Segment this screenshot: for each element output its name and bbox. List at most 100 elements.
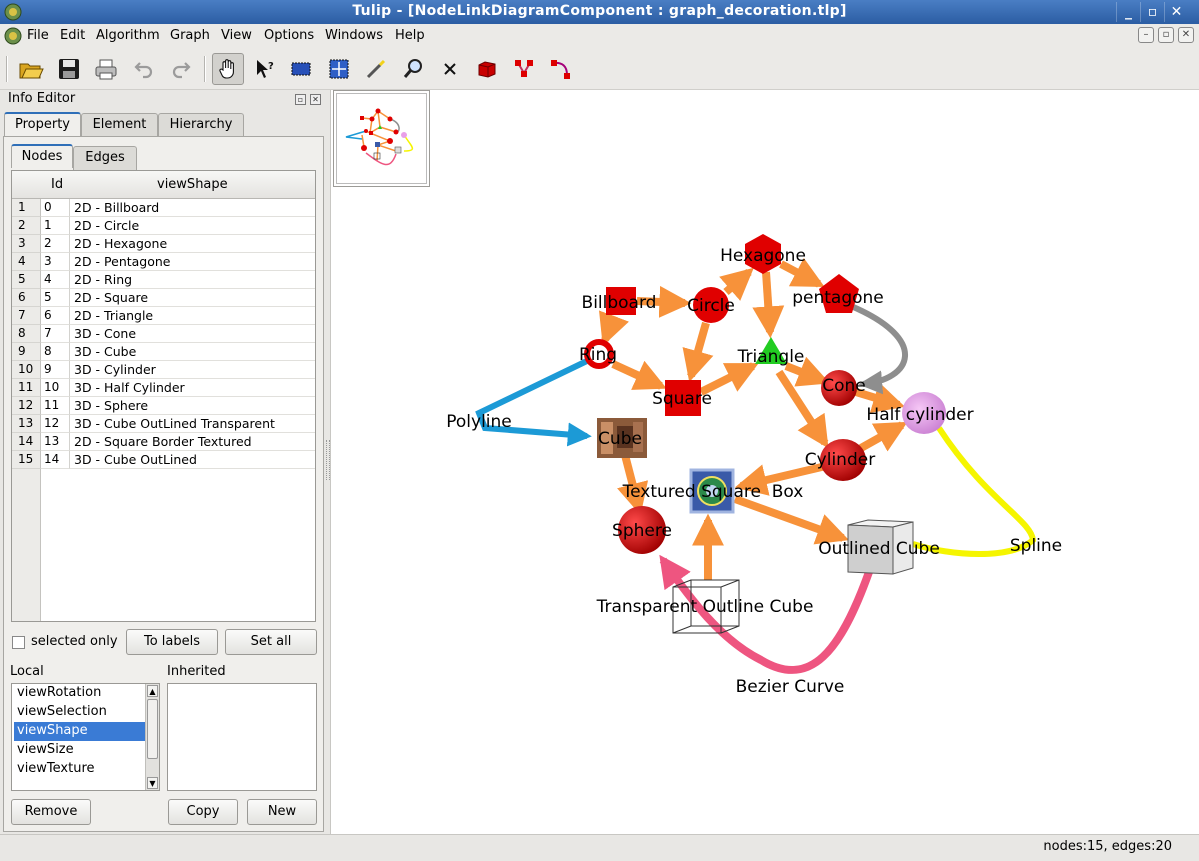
cell-viewshape[interactable]: 3D - Cylinder: [70, 361, 315, 379]
cell-id[interactable]: 2: [41, 235, 70, 253]
cell-viewshape[interactable]: 2D - Ring: [70, 271, 315, 289]
graph-canvas[interactable]: Billboard Circle Hexagone pentagone Ring…: [330, 90, 1199, 834]
table-row[interactable]: 7 6 2D - Triangle: [12, 307, 315, 325]
edge-texturedsquare-outlinedcube[interactable]: [733, 495, 850, 545]
list-item-selected[interactable]: viewShape: [14, 722, 145, 741]
local-list-scrollbar[interactable]: ▲ ▼: [145, 684, 159, 790]
zoom-button[interactable]: [397, 53, 429, 85]
row-number[interactable]: 6: [12, 289, 41, 307]
add-node-button[interactable]: [471, 53, 503, 85]
print-button[interactable]: [90, 53, 122, 85]
table-row[interactable]: 5 4 2D - Ring: [12, 271, 315, 289]
menu-view[interactable]: View: [221, 28, 252, 43]
get-info-button[interactable]: ?: [249, 53, 281, 85]
edit-edge-bends-button[interactable]: [545, 53, 577, 85]
close-button[interactable]: ✕: [1164, 2, 1188, 22]
row-number[interactable]: 10: [12, 361, 41, 379]
minimize-button[interactable]: _: [1116, 2, 1140, 22]
set-all-button[interactable]: Set all: [225, 629, 317, 655]
row-number[interactable]: 4: [12, 253, 41, 271]
delete-button[interactable]: [434, 53, 466, 85]
table-row[interactable]: 4 3 2D - Pentagone: [12, 253, 315, 271]
mdi-restore-icon[interactable]: ▫: [1158, 27, 1174, 43]
menu-graph[interactable]: Graph: [170, 28, 210, 43]
row-number[interactable]: 7: [12, 307, 41, 325]
scroll-thumb[interactable]: [147, 699, 158, 759]
magic-wand-button[interactable]: [360, 53, 392, 85]
copy-button[interactable]: Copy: [168, 799, 238, 825]
tab-edges[interactable]: Edges: [73, 146, 137, 170]
tab-nodes[interactable]: Nodes: [11, 144, 73, 168]
table-row[interactable]: 3 2 2D - Hexagone: [12, 235, 315, 253]
cell-viewshape[interactable]: 3D - Cone: [70, 325, 315, 343]
cell-id[interactable]: 9: [41, 361, 70, 379]
edge-hexagone-triangle[interactable]: [752, 271, 785, 339]
row-number[interactable]: 1: [12, 199, 41, 217]
edge-hexagone-pentagone[interactable]: [779, 257, 825, 288]
menu-algorithm[interactable]: Algorithm: [96, 28, 160, 43]
table-row[interactable]: 14 13 2D - Square Border Textured: [12, 433, 315, 451]
table-row[interactable]: 11 10 3D - Half Cylinder: [12, 379, 315, 397]
scroll-down-icon[interactable]: ▼: [147, 777, 158, 789]
row-number[interactable]: 3: [12, 235, 41, 253]
cell-id[interactable]: 10: [41, 379, 70, 397]
graph-overview-minimap[interactable]: [333, 90, 430, 187]
row-number[interactable]: 9: [12, 343, 41, 361]
table-row[interactable]: 15 14 3D - Cube OutLined: [12, 451, 315, 469]
tab-element[interactable]: Element: [81, 113, 158, 137]
table-row[interactable]: 8 7 3D - Cone: [12, 325, 315, 343]
edge-circle-hexagone[interactable]: [719, 267, 754, 301]
column-header-viewshape[interactable]: viewShape: [157, 177, 228, 192]
row-number[interactable]: 15: [12, 451, 41, 469]
graph-drawing[interactable]: Billboard Circle Hexagone pentagone Ring…: [331, 90, 1199, 834]
cell-id[interactable]: 5: [41, 289, 70, 307]
cell-id[interactable]: 7: [41, 325, 70, 343]
save-button[interactable]: [53, 53, 85, 85]
cell-viewshape[interactable]: 2D - Hexagone: [70, 235, 315, 253]
edge-ring-square[interactable]: [611, 360, 667, 390]
edge-billboard-ring[interactable]: [599, 310, 629, 346]
cell-viewshape[interactable]: 3D - Cube: [70, 343, 315, 361]
new-button[interactable]: New: [247, 799, 317, 825]
tab-hierarchy[interactable]: Hierarchy: [158, 113, 244, 137]
cell-id[interactable]: 0: [41, 199, 70, 217]
row-number[interactable]: 13: [12, 415, 41, 433]
cell-id[interactable]: 3: [41, 253, 70, 271]
table-row[interactable]: 6 5 2D - Square: [12, 289, 315, 307]
cell-id[interactable]: 14: [41, 451, 70, 469]
table-row[interactable]: 12 11 3D - Sphere: [12, 397, 315, 415]
cell-viewshape[interactable]: 3D - Half Cylinder: [70, 379, 315, 397]
row-number[interactable]: 12: [12, 397, 41, 415]
redo-button[interactable]: [165, 53, 197, 85]
menu-windows[interactable]: Windows: [325, 28, 383, 43]
local-properties-list[interactable]: viewRotation viewSelection viewShape vie…: [11, 683, 160, 791]
list-item[interactable]: viewTexture: [14, 760, 145, 779]
table-row[interactable]: 13 12 3D - Cube OutLined Transparent: [12, 415, 315, 433]
cell-viewshape[interactable]: 3D - Cube OutLined Transparent: [70, 415, 315, 433]
table-row[interactable]: 2 1 2D - Circle: [12, 217, 315, 235]
tab-property[interactable]: Property: [4, 112, 81, 136]
table-row[interactable]: 1 0 2D - Billboard: [12, 199, 315, 217]
edge-circle-square[interactable]: [682, 321, 714, 383]
table-row[interactable]: 10 9 3D - Cylinder: [12, 361, 315, 379]
cell-viewshape[interactable]: 2D - Billboard: [70, 199, 315, 217]
cell-viewshape[interactable]: 2D - Square: [70, 289, 315, 307]
cell-viewshape[interactable]: 3D - Sphere: [70, 397, 315, 415]
cell-id[interactable]: 1: [41, 217, 70, 235]
edge-cylinder-halfcylinder[interactable]: [859, 421, 908, 452]
table-row[interactable]: 9 8 3D - Cube: [12, 343, 315, 361]
maximize-button[interactable]: ▫: [1140, 2, 1164, 22]
cell-id[interactable]: 6: [41, 307, 70, 325]
cell-id[interactable]: 11: [41, 397, 70, 415]
float-panel-icon[interactable]: ▫: [295, 94, 306, 105]
menu-help[interactable]: Help: [395, 28, 425, 43]
cell-viewshape[interactable]: 2D - Pentagone: [70, 253, 315, 271]
cell-id[interactable]: 4: [41, 271, 70, 289]
navigate-button[interactable]: [212, 53, 244, 85]
cell-viewshape[interactable]: 3D - Cube OutLined: [70, 451, 315, 469]
cell-id[interactable]: 12: [41, 415, 70, 433]
cell-id[interactable]: 8: [41, 343, 70, 361]
column-header-id[interactable]: Id: [51, 177, 63, 192]
mdi-close-icon[interactable]: ✕: [1178, 27, 1194, 43]
cell-viewshape[interactable]: 2D - Triangle: [70, 307, 315, 325]
